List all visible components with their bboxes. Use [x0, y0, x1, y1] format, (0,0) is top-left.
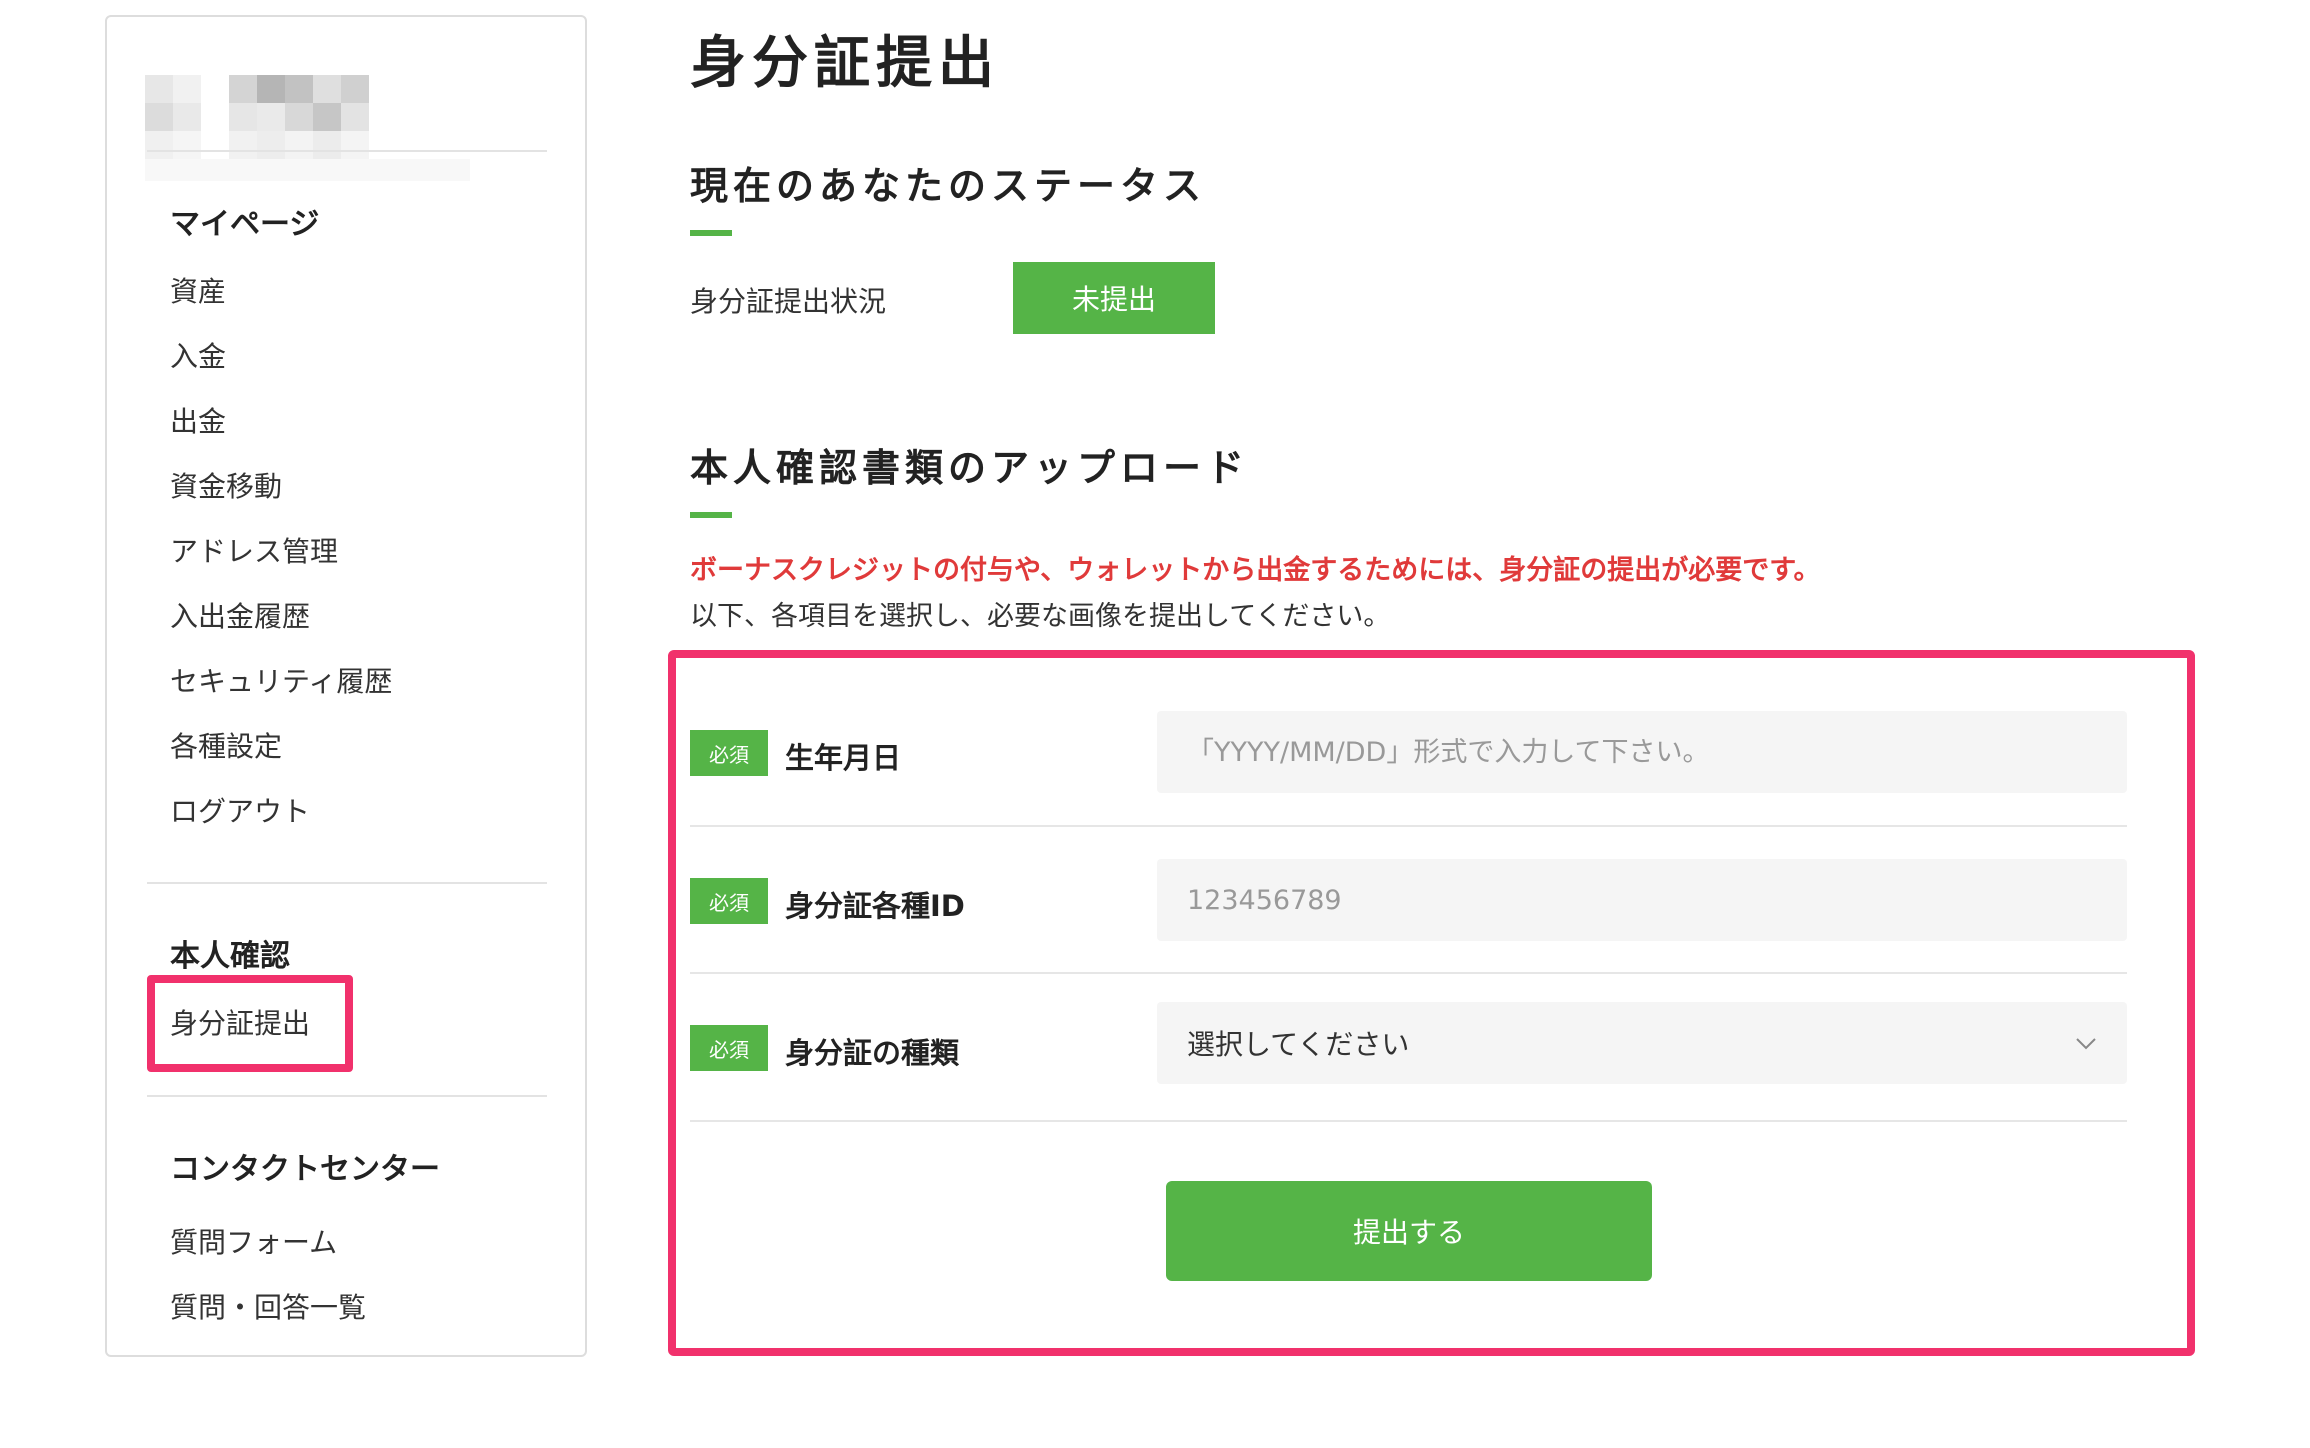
sidebar-item-logout[interactable]: ログアウト	[170, 790, 310, 830]
sidebar-item-transaction-history[interactable]: 入出金履歴	[170, 595, 310, 635]
id-type-label: 身分証の種類	[785, 1036, 960, 1070]
status-title-underline	[690, 230, 732, 236]
contact-center-heading: コンタクトセンター	[170, 1152, 440, 1187]
status-badge: 未提出	[1013, 262, 1215, 334]
instruction-text: 以下、各項目を選択し、必要な画像を提出してください。	[690, 601, 1391, 632]
status-section-title: 現在のあなたのステータス	[690, 164, 1207, 208]
id-number-label: 身分証各種ID	[785, 889, 965, 923]
sidebar-item-withdrawal[interactable]: 出金	[170, 400, 226, 440]
sidebar-item-faq-list[interactable]: 質問・回答一覧	[170, 1286, 366, 1326]
blurred-username	[145, 57, 470, 187]
required-badge: 必須	[690, 730, 768, 776]
submit-button[interactable]: 提出する	[1166, 1181, 1652, 1281]
id-type-selected-value: 選択してください	[1187, 1028, 1410, 1061]
sidebar-divider	[147, 1095, 547, 1097]
id-number-input[interactable]	[1157, 859, 2127, 941]
sidebar-item-address-management[interactable]: アドレス管理	[170, 530, 338, 570]
sidebar: マイページ 資産 入金 出金 資金移動 アドレス管理 入出金履歴 セキュリティ履…	[105, 15, 587, 1357]
form-row-divider	[690, 825, 2127, 827]
id-type-select[interactable]: 選択してください	[1157, 1002, 2127, 1084]
kyc-heading: 本人確認	[170, 939, 290, 974]
birthdate-label: 生年月日	[785, 741, 902, 775]
page-title: 身分証提出	[690, 31, 1000, 96]
birthdate-input[interactable]	[1157, 711, 2127, 793]
upload-title-underline	[690, 512, 732, 518]
sidebar-item-deposit[interactable]: 入金	[170, 335, 226, 375]
sidebar-item-assets[interactable]: 資産	[170, 270, 226, 310]
chevron-down-icon	[2076, 1038, 2096, 1050]
requirement-warning: ボーナスクレジットの付与や、ウォレットから出金するためには、身分証の提出が必要で…	[690, 555, 1821, 586]
sidebar-item-settings[interactable]: 各種設定	[170, 725, 282, 765]
form-row-divider	[690, 1120, 2127, 1122]
id-submission-highlight	[147, 975, 353, 1072]
sidebar-item-security-history[interactable]: セキュリティ履歴	[170, 660, 392, 700]
required-badge: 必須	[690, 1025, 768, 1071]
sidebar-divider	[147, 150, 547, 152]
sidebar-item-fund-transfer[interactable]: 資金移動	[170, 465, 282, 505]
upload-section-title: 本人確認書類のアップロード	[690, 446, 1250, 490]
mypage-heading: マイページ	[170, 207, 320, 242]
sidebar-item-inquiry-form[interactable]: 質問フォーム	[170, 1221, 337, 1261]
sidebar-divider	[147, 882, 547, 884]
id-status-label: 身分証提出状況	[690, 285, 887, 318]
form-row-divider	[690, 972, 2127, 974]
required-badge: 必須	[690, 878, 768, 924]
